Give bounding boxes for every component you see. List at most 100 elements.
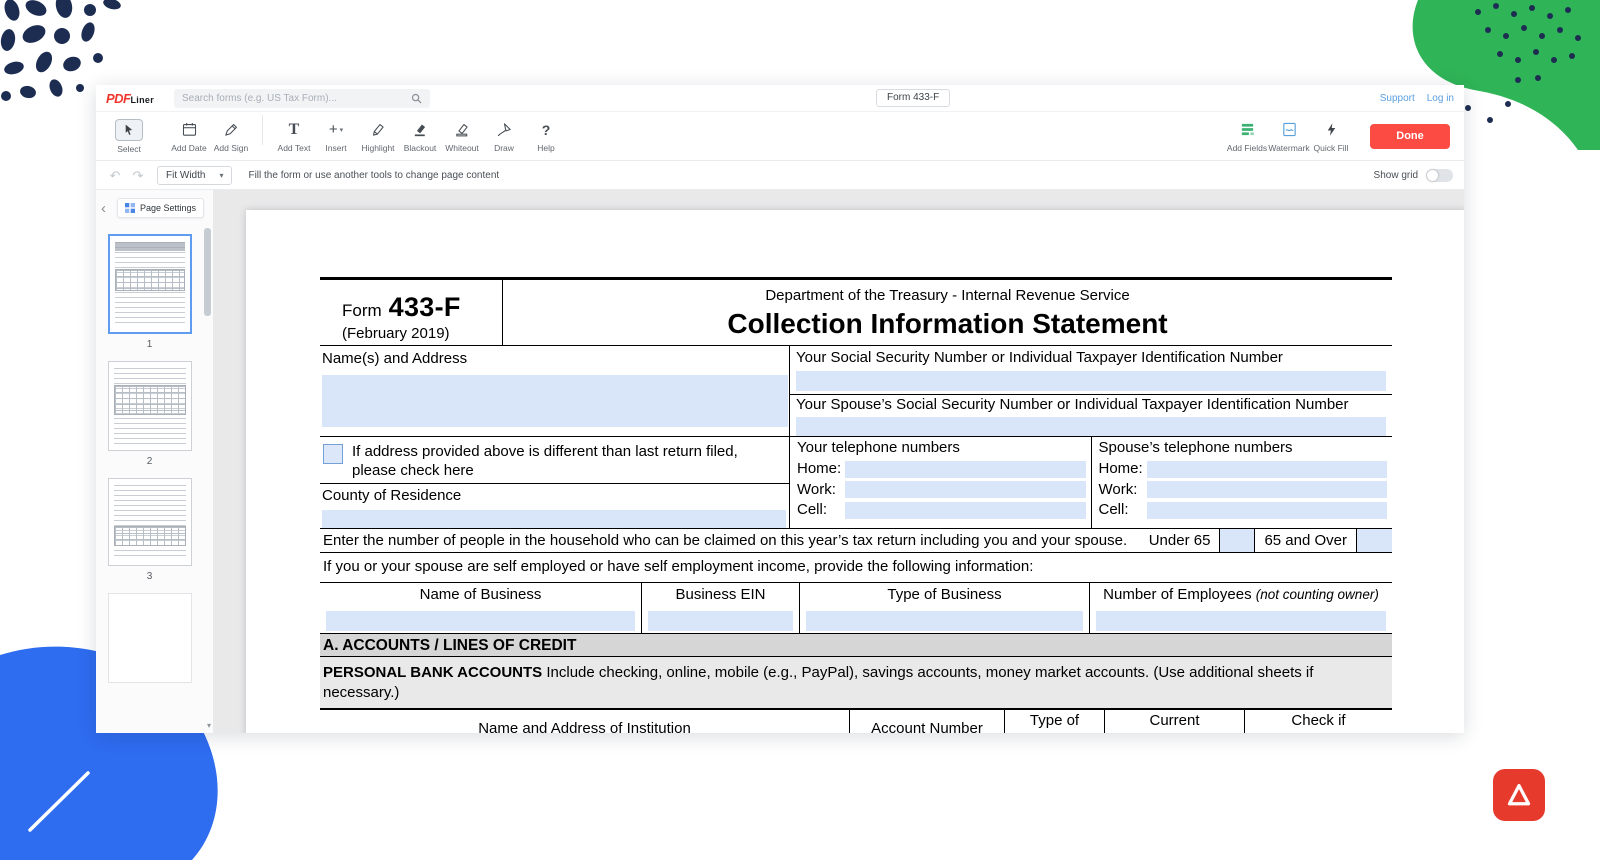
fields-list-icon (1239, 119, 1256, 140)
login-link[interactable]: Log in (1427, 93, 1454, 104)
quick-fill-button[interactable]: Quick Fill (1310, 119, 1352, 153)
draw-label: Draw (494, 143, 514, 153)
app-body: ‹ Page Settings 1 (96, 190, 1464, 733)
personal-bank-bold: PERSONAL BANK ACCOUNTS (323, 664, 542, 681)
type-of-account-column-header: Type of (1005, 710, 1105, 733)
chevron-down-icon: ▾ (219, 171, 223, 180)
address-different-cell: If address provided above is different t… (320, 436, 789, 483)
household-row: Enter the number of people in the househ… (320, 529, 1392, 553)
page-settings-button[interactable]: Page Settings (117, 198, 204, 218)
select-tool-button[interactable]: Select (108, 119, 150, 154)
form-word: Form (342, 300, 382, 321)
add-sign-label: Add Sign (214, 143, 249, 153)
county-label: County of Residence (322, 487, 787, 506)
document-viewport[interactable]: Form 433-F (February 2019) Department of… (213, 190, 1464, 733)
text-icon: T (289, 119, 300, 140)
work-phone-label: Work: (1099, 481, 1147, 500)
spouse-cell-phone-field[interactable] (1147, 502, 1388, 519)
redo-icon[interactable]: ↷ (130, 169, 146, 182)
insert-button[interactable]: +▾ Insert (315, 119, 357, 153)
draw-button[interactable]: Draw (483, 119, 525, 153)
page-thumbnail-3[interactable]: 3 (108, 478, 192, 582)
blackout-button[interactable]: Blackout (399, 119, 441, 153)
county-cell: County of Residence (320, 483, 789, 528)
spouse-ssn-label: Your Spouse’s Social Security Number or … (796, 396, 1386, 415)
your-work-phone-field[interactable] (845, 481, 1086, 498)
spouse-phones-label: Spouse’s telephone numbers (1099, 439, 1388, 458)
support-link[interactable]: Support (1380, 93, 1415, 104)
whiteout-button[interactable]: Whiteout (441, 119, 483, 153)
under-65-field[interactable] (1219, 529, 1255, 552)
add-fields-label: Add Fields (1227, 143, 1267, 153)
business-type-column: Type of Business (800, 583, 1090, 633)
cell-phone-label: Cell: (1099, 501, 1147, 520)
insert-label: Insert (325, 143, 346, 153)
your-cell-phone-field[interactable] (845, 502, 1086, 519)
address-different-checkbox[interactable] (323, 444, 343, 464)
help-button[interactable]: ? Help (525, 119, 567, 153)
business-name-field[interactable] (326, 611, 635, 631)
acrobat-logo-icon (1504, 780, 1534, 810)
identity-right-column: Your Social Security Number or Individua… (790, 346, 1392, 528)
add-fields-button[interactable]: Add Fields (1226, 119, 1268, 153)
highlight-button[interactable]: Highlight (357, 119, 399, 153)
business-type-field[interactable] (806, 611, 1083, 631)
name-address-label: Name(s) and Address (322, 350, 787, 369)
watermark-icon (1281, 119, 1298, 140)
name-address-field[interactable] (322, 375, 788, 427)
chevron-down-icon: ▾ (340, 126, 344, 134)
scroll-down-arrow-icon[interactable]: ▾ (207, 722, 211, 730)
page-thumbnail-4[interactable] (108, 593, 192, 683)
cursor-icon (115, 119, 143, 141)
ssn-label: Your Social Security Number or Individua… (796, 349, 1386, 368)
page-number-label: 1 (147, 339, 153, 350)
home-phone-label: Home: (1099, 460, 1147, 479)
done-button[interactable]: Done (1370, 124, 1450, 149)
identity-left-column: Name(s) and Address If address provided … (320, 346, 790, 528)
form-header: Form 433-F (February 2019) Department of… (320, 277, 1392, 346)
self-employment-text: If you or your spouse are self employed … (323, 558, 1033, 577)
business-ein-field[interactable] (648, 611, 793, 631)
undo-icon[interactable]: ↶ (107, 169, 123, 182)
spouse-work-phone-field[interactable] (1147, 481, 1388, 498)
business-employees-field[interactable] (1096, 611, 1386, 631)
add-date-button[interactable]: Add Date (168, 119, 210, 153)
calendar-icon (181, 119, 198, 140)
sidebar-scrollbar-thumb[interactable] (204, 228, 211, 316)
your-home-phone-field[interactable] (845, 461, 1086, 478)
institution-column-header: Name and Address of Institution (320, 710, 850, 733)
account-number-column-header: Account Number (850, 710, 1005, 733)
signature-pen-icon (223, 119, 240, 140)
thumbnail-content (115, 242, 185, 326)
blackout-marker-icon (412, 119, 429, 140)
add-text-button[interactable]: T Add Text (273, 119, 315, 153)
over-65-field[interactable] (1356, 529, 1392, 552)
pdf-page-1: Form 433-F (February 2019) Department of… (246, 210, 1464, 733)
search-input[interactable] (182, 93, 411, 104)
form-revision-date: (February 2019) (342, 325, 502, 344)
department-line: Department of the Treasury - Internal Re… (503, 287, 1392, 306)
toolbar-hint-text: Fill the form or use another tools to ch… (248, 170, 499, 181)
page-thumbnail-2[interactable]: 2 (108, 361, 192, 467)
add-sign-button[interactable]: Add Sign (210, 119, 252, 153)
zoom-dropdown[interactable]: Fit Width ▾ (157, 166, 232, 185)
thumbnail-image (108, 478, 192, 566)
thumbnail-image (108, 234, 192, 334)
ssn-cell: Your Social Security Number or Individua… (790, 346, 1392, 394)
toolbar-separator (262, 115, 263, 145)
ssn-field[interactable] (796, 371, 1386, 391)
search-bar[interactable] (174, 89, 430, 108)
spouse-ssn-field[interactable] (796, 417, 1386, 437)
pdfliner-logo[interactable]: PDFLiner (106, 91, 154, 106)
spouse-home-phone-field[interactable] (1147, 461, 1388, 478)
watermark-button[interactable]: Watermark (1268, 119, 1310, 153)
collapse-sidebar-icon[interactable]: ‹ (101, 201, 112, 216)
page-number-label: 3 (147, 571, 153, 582)
question-icon: ? (542, 119, 551, 140)
page-thumbnail-1[interactable]: 1 (108, 234, 192, 350)
county-field[interactable] (322, 510, 786, 528)
show-grid-toggle[interactable] (1426, 169, 1453, 182)
header-links: Support Log in (1380, 93, 1454, 104)
document-title-tab[interactable]: Form 433-F (876, 89, 950, 107)
show-grid-label: Show grid (1374, 170, 1418, 181)
